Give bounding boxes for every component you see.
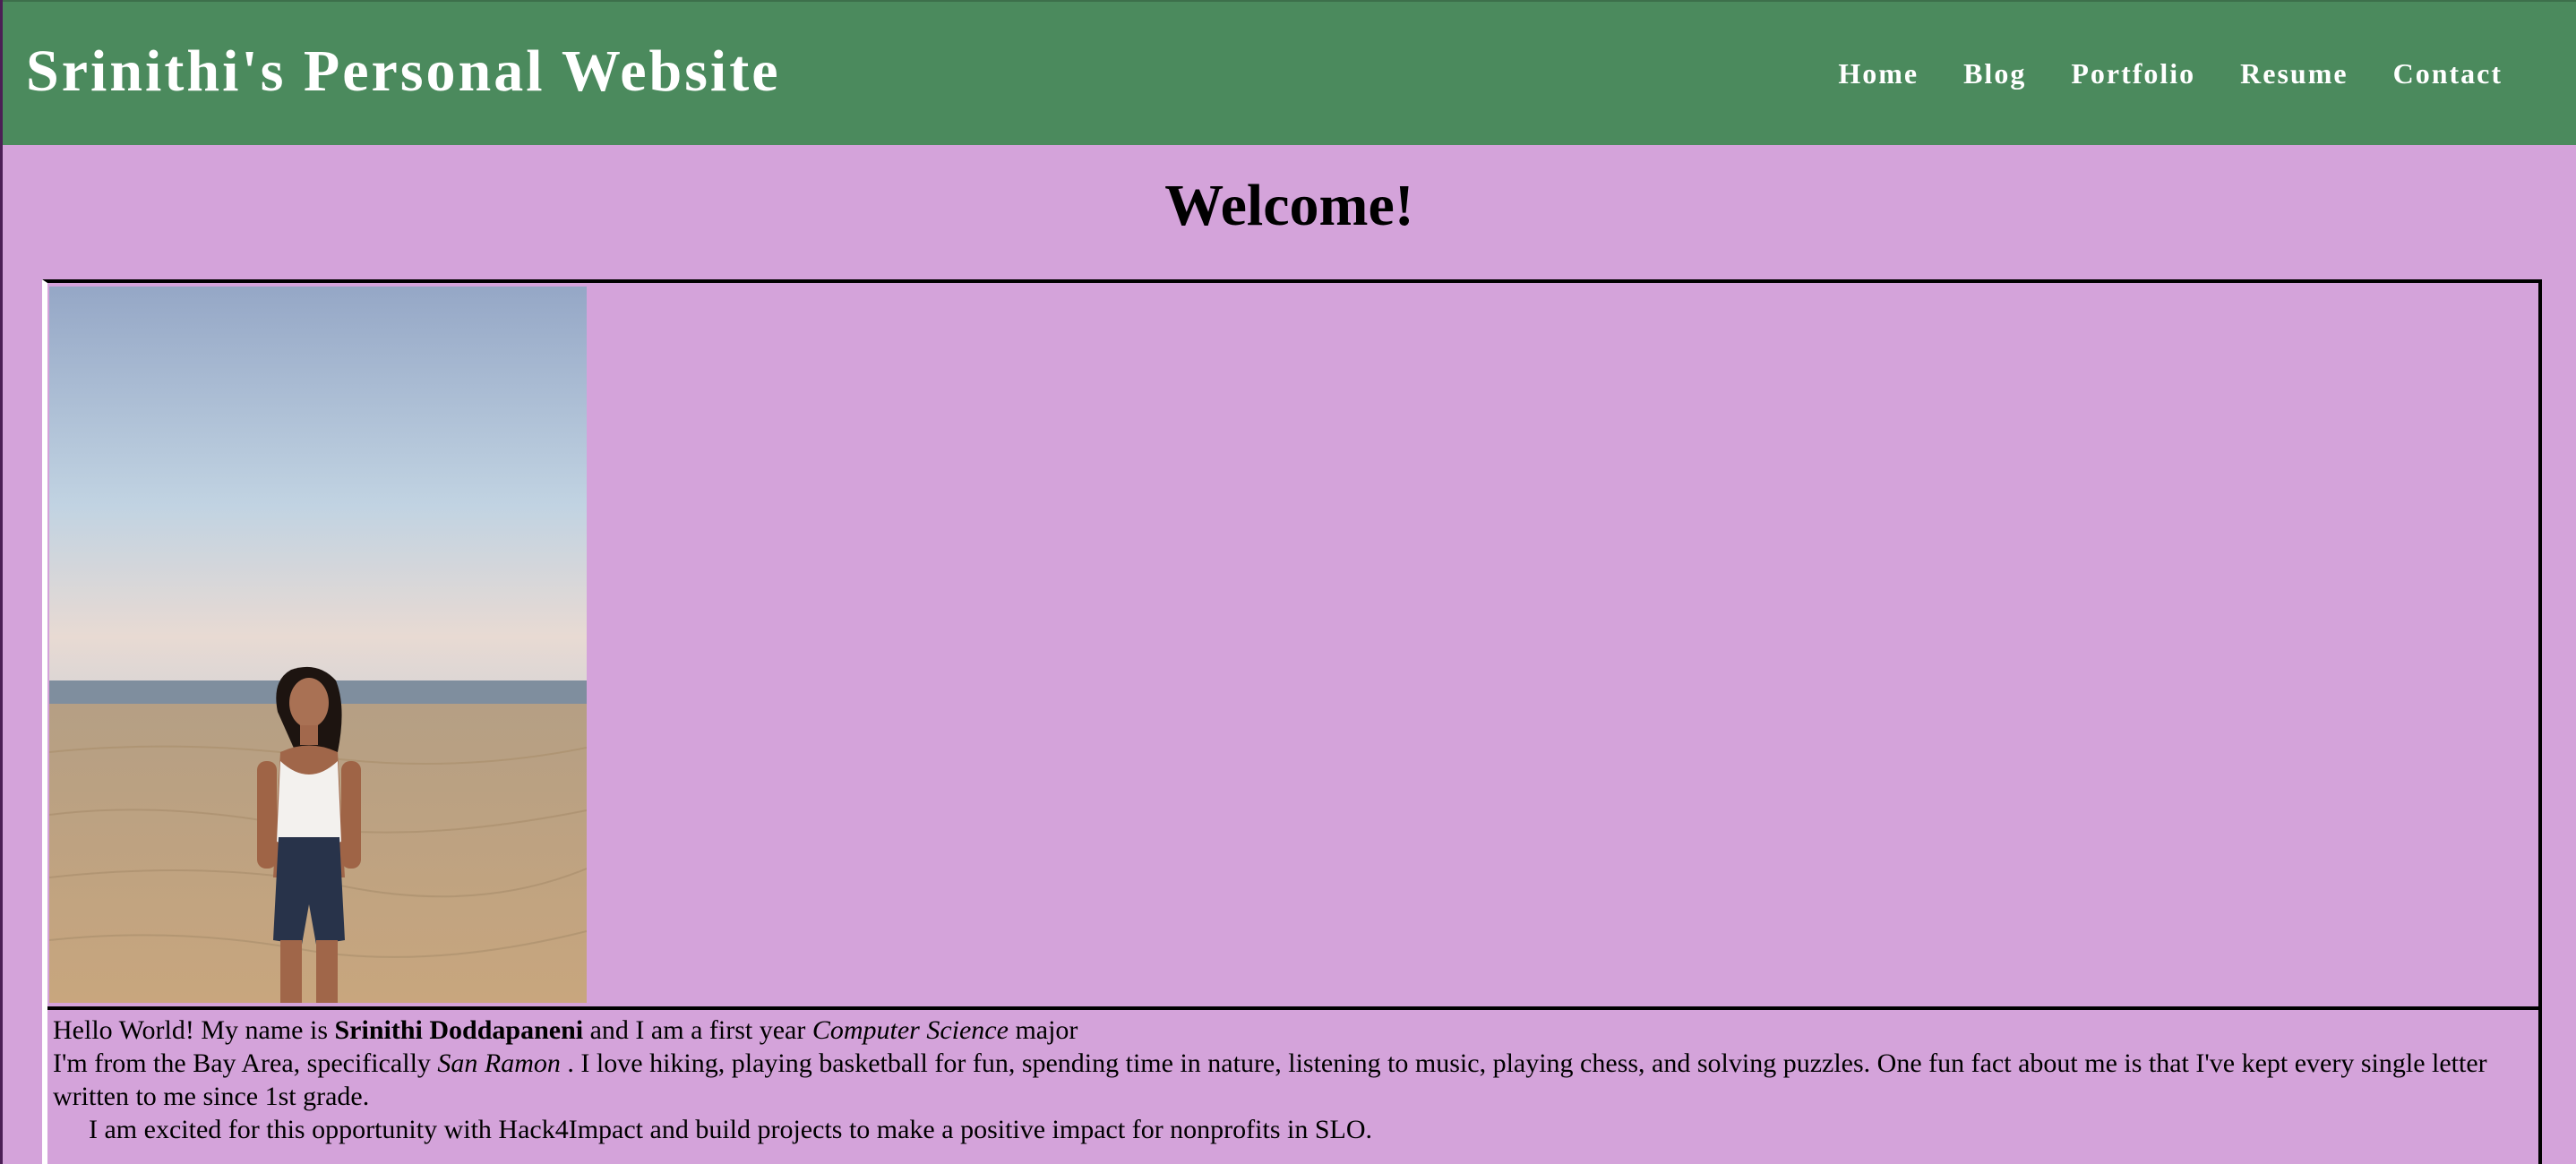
nav-contact-link[interactable]: Contact [2393,57,2503,90]
main-nav: Home Blog Portfolio Resume Contact [1793,57,2503,90]
intro-line-3: I am excited for this opportunity with H… [89,1115,1373,1144]
site-header: Srinithi's Personal Website Home Blog Po… [3,0,2576,145]
intro-line-2: I'm from the Bay Area, specifically San … [53,1047,2534,1113]
nav-resume-link[interactable]: Resume [2240,57,2348,90]
nav-portfolio-link[interactable]: Portfolio [2071,57,2195,90]
intro-text-segment: I'm from the Bay Area, specifically [53,1048,438,1078]
major-name: Computer Science [811,1015,1009,1045]
nav-blog-link[interactable]: Blog [1963,57,2026,90]
intro-text-segment: major [1008,1015,1078,1045]
intro-text-segment: and I am a first year [583,1015,812,1045]
intro-text-segment: Hello World! My name is [53,1015,335,1045]
nav-home-link[interactable]: Home [1838,57,1919,90]
intro-line-1: Hello World! My name is Srinithi Doddapa… [53,1014,2534,1047]
content-table: Hello World! My name is Srinithi Doddapa… [42,279,2542,1164]
photo-cell [47,283,2538,1010]
profile-photo [49,287,587,1003]
welcome-heading: Welcome! [1164,173,1414,238]
site-title: Srinithi's Personal Website [26,39,781,104]
intro-text: Hello World! My name is Srinithi Doddapa… [53,1014,2534,1146]
city-name: San Ramon [437,1048,561,1078]
author-name: Srinithi Doddapaneni [334,1015,584,1045]
